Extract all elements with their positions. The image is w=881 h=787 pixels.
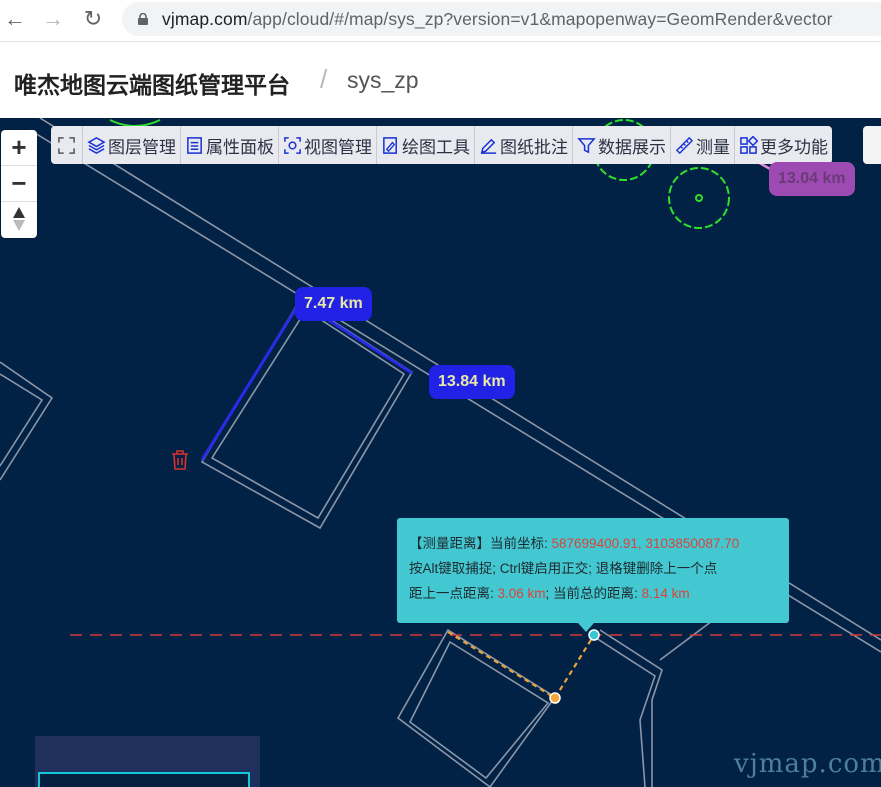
toolbar-more-label: 更多功能 [760, 137, 828, 157]
fullscreen-icon [58, 136, 75, 154]
measure-label: 7.47 km [295, 287, 372, 321]
segment-distance: 3.06 km [497, 586, 546, 601]
toolbar-data[interactable]: 数据展示 [573, 126, 671, 164]
current-coordinate: 587699400.91, 3103850087.70 [551, 536, 740, 551]
zoom-control: + − [1, 130, 37, 238]
map-canvas[interactable]: + − 图层管理 属性面板 视图管理 绘图工具 图纸批注 数据展示 测量 更多功… [0, 118, 881, 787]
total-distance: 8.14 km [641, 586, 690, 601]
tooltip-pointer [578, 623, 594, 632]
watermark: vjmap.com [734, 749, 881, 779]
minimap[interactable] [35, 736, 260, 787]
tooltip-line-3: 距上一点距离: 3.06 km; 当前总的距离: 8.14 km [409, 586, 690, 601]
measure-tooltip: 【测量距离】当前坐标: 587699400.91, 3103850087.70 … [397, 518, 789, 623]
toolbar-measure-label: 测量 [696, 137, 730, 157]
measure-label: 13.04 km [769, 162, 855, 196]
tree-symbol [668, 167, 730, 229]
url-text: vjmap.com/app/cloud/#/map/sys_zp?version… [162, 9, 833, 29]
measure-line [200, 299, 413, 461]
toolbar-data-label: 数据展示 [598, 137, 666, 157]
zoom-in-button[interactable]: + [1, 130, 37, 166]
toolbar-properties[interactable]: 属性面板 [181, 126, 279, 164]
toolbar-annotate[interactable]: 图纸批注 [475, 126, 573, 164]
toolbar-view[interactable]: 视图管理 [279, 126, 377, 164]
toolbar-layers-label: 图层管理 [108, 137, 176, 157]
toolbar-measure[interactable]: 测量 [671, 126, 735, 164]
toolbar-layers[interactable]: 图层管理 [83, 126, 181, 164]
zoom-out-button[interactable]: − [1, 166, 37, 202]
back-icon[interactable]: ← [2, 6, 28, 32]
compass-icon [13, 207, 25, 231]
toolbar-draw-label: 绘图工具 [402, 137, 470, 157]
measure-label: 13.84 km [429, 365, 515, 399]
toolbar-overflow[interactable] [863, 126, 881, 164]
list-icon [187, 136, 202, 154]
toolbar-view-label: 视图管理 [304, 137, 372, 157]
building-outline [408, 640, 550, 780]
view-icon [284, 136, 301, 154]
filter-icon [577, 137, 596, 153]
toolbar-properties-label: 属性面板 [206, 137, 274, 157]
address-bar[interactable]: vjmap.com/app/cloud/#/map/sys_zp?version… [122, 2, 881, 36]
tooltip-line-2: 按Alt键取捕捉; Ctrl键启用正交; 退格键删除上一个点 [409, 561, 718, 576]
map-geometry [0, 118, 881, 787]
toolbar-draw[interactable]: 绘图工具 [377, 126, 475, 164]
reload-icon[interactable]: ↻ [80, 6, 106, 32]
toolbar-annotate-label: 图纸批注 [500, 137, 568, 157]
building-outline [396, 628, 557, 787]
app-header: 唯杰地图云端图纸管理平台 / sys_zp [0, 42, 881, 118]
ruler-icon [675, 136, 694, 154]
measure-line-active [447, 631, 595, 700]
trash-icon[interactable] [170, 449, 190, 471]
building-outline [0, 373, 44, 467]
browser-toolbar: ← → ↻ vjmap.com/app/cloud/#/map/sys_zp?v… [0, 0, 881, 42]
toolbar-fullscreen[interactable] [51, 126, 83, 164]
building-outline [599, 629, 663, 787]
measure-point [549, 692, 561, 704]
minimap-viewport[interactable] [38, 772, 250, 787]
tooltip-line-1: 【测量距离】当前坐标: 587699400.91, 3103850087.70 [409, 536, 740, 551]
lock-icon [138, 13, 148, 25]
toolbar-more[interactable]: 更多功能 [735, 126, 832, 164]
map-name: sys_zp [347, 67, 419, 93]
grid-icon [740, 135, 758, 154]
draw-icon [383, 136, 397, 154]
page-title: 唯杰地图云端图纸管理平台 [14, 72, 290, 98]
map-toolbar: 图层管理 属性面板 视图管理 绘图工具 图纸批注 数据展示 测量 更多功能 [51, 126, 832, 164]
compass-button[interactable] [1, 202, 37, 238]
annotate-icon [480, 138, 497, 154]
breadcrumb-separator: / [320, 64, 328, 94]
layers-icon [87, 136, 106, 154]
forward-icon[interactable]: → [40, 6, 66, 32]
